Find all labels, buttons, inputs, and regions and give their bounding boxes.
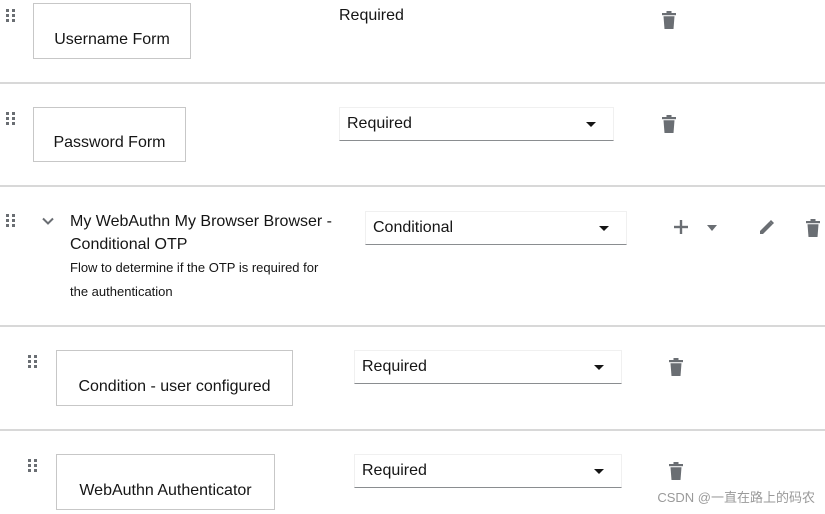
requirement-value: Required [362, 462, 427, 479]
execution-name: Password Form [53, 134, 166, 151]
execution-name: WebAuthn Authenticator [79, 482, 252, 499]
drag-handle-icon[interactable] [28, 355, 38, 369]
trash-icon[interactable] [661, 115, 677, 133]
plus-icon[interactable] [674, 220, 688, 234]
requirement-value: Required [347, 115, 412, 132]
requirement-select[interactable]: Required [354, 350, 622, 384]
execution-name-card: Condition - user configured [56, 350, 293, 406]
requirement-select[interactable]: Conditional [365, 211, 627, 245]
execution-name-card: Password Form [33, 107, 186, 162]
execution-name-card: Username Form [33, 3, 191, 59]
caret-down-icon[interactable] [707, 225, 717, 231]
caret-down-icon [586, 122, 596, 127]
execution-name: Username Form [54, 31, 170, 48]
pencil-icon[interactable] [759, 220, 774, 235]
execution-name-card: WebAuthn Authenticator [56, 454, 275, 510]
row-divider [0, 82, 825, 84]
drag-handle-icon[interactable] [6, 112, 16, 126]
caret-down-icon [594, 365, 604, 370]
trash-icon[interactable] [668, 358, 684, 376]
row-divider [0, 429, 825, 431]
caret-down-icon [599, 226, 609, 231]
drag-handle-icon[interactable] [6, 9, 16, 23]
execution-name: Condition - user configured [78, 378, 271, 395]
requirement-value: Conditional [373, 219, 454, 236]
trash-icon[interactable] [661, 11, 677, 29]
trash-icon[interactable] [668, 462, 684, 480]
flow-description: Flow to determine if the OTP is required… [70, 260, 319, 299]
flow-title: My WebAuthn My Browser Browser - Conditi… [70, 213, 332, 253]
caret-down-icon [594, 469, 604, 474]
drag-handle-icon[interactable] [6, 214, 16, 228]
row-divider [0, 325, 825, 327]
requirement-select[interactable]: Required [339, 107, 614, 141]
requirement-select[interactable]: Required [354, 454, 622, 488]
trash-icon[interactable] [805, 219, 821, 237]
requirement-text: Required [339, 7, 404, 24]
requirement-value: Required [362, 358, 427, 375]
row-divider [0, 185, 825, 187]
drag-handle-icon[interactable] [28, 459, 38, 473]
watermark: CSDN @一直在路上的码农 [657, 490, 815, 505]
chevron-down-icon[interactable] [42, 217, 54, 225]
